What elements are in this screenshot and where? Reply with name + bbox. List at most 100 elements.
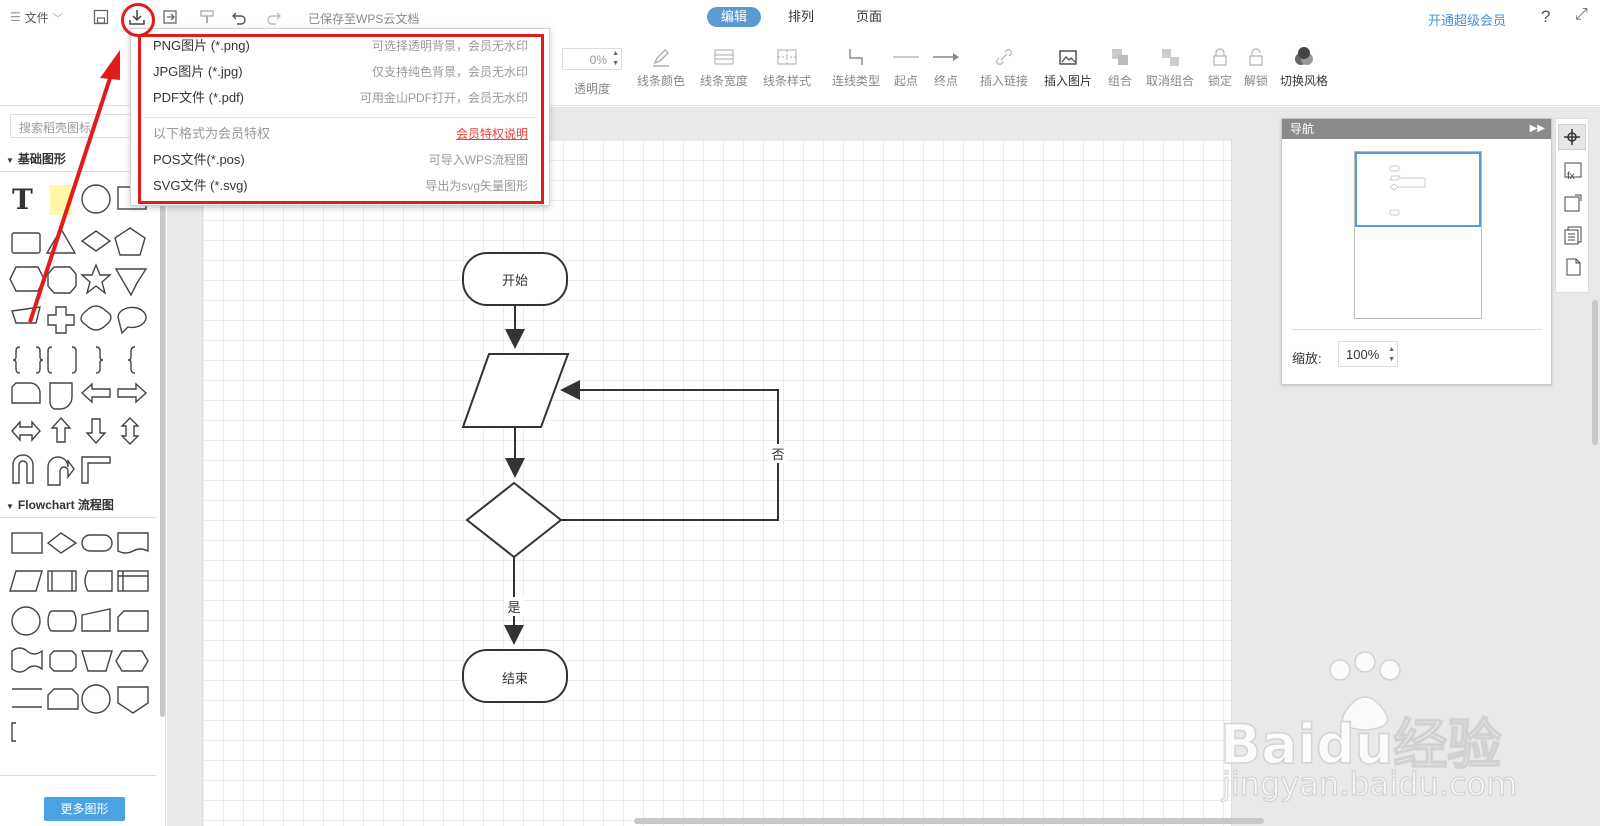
tool-label: 线条颜色 [636,74,685,88]
tool-connector-type[interactable]: 连线类型 [828,44,884,89]
tool-label: 解锁 [1243,74,1268,88]
export-option-label: POS文件(*.pos) [153,152,245,167]
tool-end-point[interactable]: 终点 [926,44,966,89]
page-icon[interactable] [1563,257,1583,280]
navigator-viewport[interactable] [1355,152,1481,227]
shape-search-input[interactable]: 搜索稻壳图标 [10,114,138,138]
style-icon [1276,44,1332,70]
file-menu-label: 文件 [24,10,49,25]
export-option-label: SVG文件 (*.svg) [153,178,248,193]
tab-edit[interactable]: 编辑 [707,7,761,27]
export-pdf[interactable]: PDF文件 (*.pdf) 可用金山PDF打开，会员无水印 [153,87,528,109]
tool-line-style[interactable]: 线条样式 [759,44,815,89]
export-svg[interactable]: SVG文件 (*.svg) 导出为svg矢量图形 [153,175,528,197]
more-shapes-button[interactable]: 更多图形 [44,797,125,821]
stepper-arrows-icon[interactable]: ▲ ▼ [612,49,619,69]
tool-label: 锁定 [1207,74,1232,88]
basic-shapes-grid[interactable]: T [0,173,158,493]
pages-panel-icon[interactable] [1563,225,1583,248]
tool-group[interactable]: 组合 [1100,44,1140,89]
tool-insert-image[interactable]: 插入图片 [1040,44,1096,89]
collapse-icon: ▼ [6,502,14,511]
collapse-icon: ▼ [6,156,14,165]
right-tool-strip: fx [1555,118,1589,293]
format-painter-icon[interactable] [198,8,216,26]
flowchart-shapes-grid[interactable] [0,519,158,749]
export-option-hint: 仅支持纯色背景，会员无水印 [371,65,528,79]
export-option-hint: 可用金山PDF打开，会员无水印 [359,91,528,105]
unlock-icon [1238,44,1274,70]
tool-label: 切换风格 [1279,74,1328,88]
divider [0,517,156,518]
vip-link[interactable]: 开通超级会员 [1428,10,1506,29]
svg-text:fx: fx [1567,171,1575,181]
search-placeholder: 搜索稻壳图标 [19,121,92,135]
navigator-header: 导航 ▶▶ [1282,119,1551,139]
tool-opacity[interactable]: 透明度 [568,78,616,97]
group-icon [1100,44,1140,70]
drawing-page[interactable] [202,140,1232,826]
svg-text:T: T [12,183,33,216]
export-option-hint: 可导入WPS流程图 [428,153,528,167]
tool-label: 插入图片 [1043,74,1092,88]
tool-label: 线条宽度 [699,74,748,88]
file-menu[interactable]: ☰ 文件 ﹀ [10,8,63,26]
divider [1292,329,1542,330]
horizontal-scrollbar[interactable] [634,818,1264,824]
export-png[interactable]: PNG图片 (*.png) 可选择透明背景，会员无水印 [153,35,528,57]
member-privilege-link[interactable]: 会员特权说明 [456,123,528,145]
export-option-label: PDF文件 (*.pdf) [153,90,245,105]
lock-icon [1202,44,1238,70]
line-end-arrow-icon [926,44,966,70]
save-icon[interactable] [92,8,110,26]
tool-lock[interactable]: 锁定 [1202,44,1238,89]
member-formats-header: 以下格式为会员特权 会员特权说明 [153,123,528,145]
tab-page[interactable]: 页面 [842,7,896,27]
formula-panel-icon[interactable]: fx [1563,161,1583,184]
export-pos[interactable]: POS文件(*.pos) 可导入WPS流程图 [153,149,528,171]
export-option-label: PNG图片 (*.png) [153,38,250,53]
resize-panel-icon[interactable] [1563,193,1583,216]
navigator-title: 导航 [1290,122,1315,136]
tool-insert-link[interactable]: 插入链接 [976,44,1032,89]
tool-start-point[interactable]: 起点 [886,44,926,89]
redo-icon[interactable] [265,8,283,26]
collapse-right-icon[interactable]: ▶▶ [1530,119,1545,139]
tool-ungroup[interactable]: 取消组合 [1142,44,1198,89]
line-style-icon [759,44,815,70]
tab-arrange[interactable]: 排列 [774,7,828,27]
start-node-label: 开始 [501,273,528,288]
tool-line-width[interactable]: 线条宽度 [696,44,752,89]
section-flowchart[interactable]: ▼ Flowchart 流程图 [0,493,156,517]
undo-icon[interactable] [230,8,248,26]
export-icon[interactable] [161,8,179,26]
download-icon[interactable] [127,7,147,27]
divider [143,117,537,118]
tool-switch-style[interactable]: 切换风格 [1276,44,1332,89]
link-icon [976,44,1032,70]
tool-line-color[interactable]: 线条颜色 [633,44,689,89]
expand-icon[interactable]: ⤢ [1575,6,1588,24]
opacity-stepper[interactable]: 0% ▲ ▼ [562,48,622,70]
help-icon[interactable]: ? [1541,7,1550,27]
opacity-value: 0% [589,53,607,67]
save-status: 已保存至WPS云文档 [308,12,420,26]
export-option-hint: 可选择透明背景，会员无水印 [371,39,528,53]
tool-unlock[interactable]: 解锁 [1238,44,1274,89]
member-formats-label: 以下格式为会员特权 [153,126,271,141]
tool-label: 连线类型 [831,74,880,88]
navigator-toggle-icon[interactable] [1558,124,1586,150]
export-option-hint: 导出为svg矢量图形 [425,179,528,193]
zoom-value: 100% [1346,347,1380,362]
stepper-arrows-icon[interactable]: ▲ ▼ [1388,345,1395,365]
navigator-panel: 导航 ▶▶ 缩放: 100% ▲ ▼ [1281,118,1552,385]
no-branch-label: 否 [768,444,788,463]
zoom-stepper[interactable]: 100% ▲ ▼ [1338,341,1398,367]
divider [0,775,156,776]
export-dropdown: PNG图片 (*.png) 可选择透明背景，会员无水印 JPG图片 (*.jpg)… [130,28,550,206]
export-jpg[interactable]: JPG图片 (*.jpg) 仅支持纯色背景，会员无水印 [153,61,528,83]
shape-library: 搜索稻壳图标 ▼ 基础图形 T ▼ Flowchart 流程图 [0,107,166,826]
navigator-preview[interactable] [1354,151,1482,319]
tool-label: 组合 [1107,74,1132,88]
vertical-scrollbar[interactable] [1592,300,1598,445]
